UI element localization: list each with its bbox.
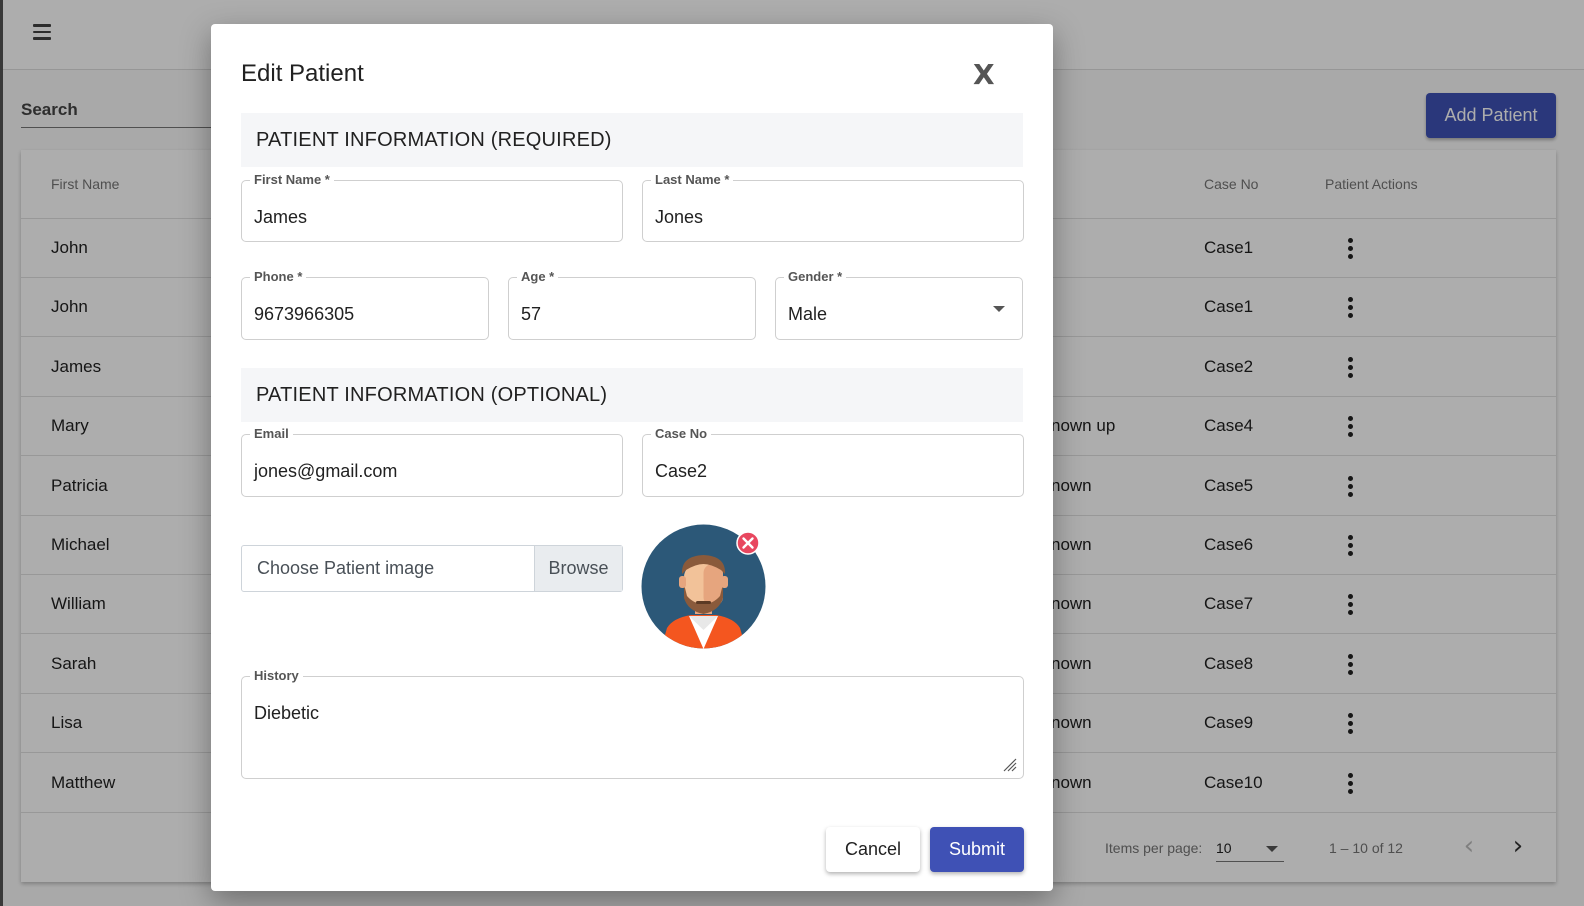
email-label: Email xyxy=(250,426,293,441)
age-field[interactable]: Age * 57 xyxy=(508,269,756,340)
last-name-field[interactable]: Last Name * Jones xyxy=(642,172,1024,242)
dropdown-arrow-icon xyxy=(993,306,1005,312)
case-no-field[interactable]: Case No Case2 xyxy=(642,426,1024,497)
age-label: Age * xyxy=(517,269,559,284)
email-value: jones@gmail.com xyxy=(254,461,398,481)
dialog-title: Edit Patient xyxy=(241,60,364,87)
required-section-title: PATIENT INFORMATION (REQUIRED) xyxy=(256,129,612,151)
case-no-label: Case No xyxy=(651,426,712,441)
patient-image-file-input[interactable]: Choose Patient image Browse xyxy=(241,545,623,592)
required-section-header: PATIENT INFORMATION (REQUIRED) xyxy=(241,113,1023,167)
submit-button[interactable]: Submit xyxy=(930,827,1024,872)
optional-section-title: PATIENT INFORMATION (OPTIONAL) xyxy=(256,384,608,406)
phone-value: 9673966305 xyxy=(254,304,355,324)
first-name-field[interactable]: First Name * James xyxy=(241,172,623,242)
history-value: Diebetic xyxy=(254,703,320,723)
first-name-value: James xyxy=(254,207,308,227)
browse-button[interactable]: Browse xyxy=(534,546,622,591)
last-name-value: Jones xyxy=(655,207,704,227)
file-input-placeholder: Choose Patient image xyxy=(257,558,435,578)
phone-field[interactable]: Phone * 9673966305 xyxy=(241,269,489,340)
remove-image-icon[interactable] xyxy=(736,531,760,555)
gender-label: Gender * xyxy=(784,269,847,284)
cancel-button[interactable]: Cancel xyxy=(826,827,920,872)
optional-section-header: PATIENT INFORMATION (OPTIONAL) xyxy=(241,368,1023,422)
gender-select[interactable]: Gender * Male xyxy=(775,269,1023,340)
first-name-label: First Name * xyxy=(250,172,334,187)
last-name-label: Last Name * xyxy=(651,172,734,187)
phone-label: Phone * xyxy=(250,269,307,284)
email-field[interactable]: Email jones@gmail.com xyxy=(241,426,623,497)
close-icon[interactable]: X xyxy=(973,58,997,91)
age-value: 57 xyxy=(521,304,542,324)
case-no-value: Case2 xyxy=(655,461,708,481)
history-label: History xyxy=(250,668,303,683)
edit-patient-dialog: Edit Patient X PATIENT INFORMATION (REQU… xyxy=(211,24,1053,891)
history-textarea[interactable]: History Diebetic xyxy=(241,668,1024,779)
resize-handle-icon[interactable] xyxy=(1001,756,1017,772)
gender-value: Male xyxy=(788,304,828,324)
